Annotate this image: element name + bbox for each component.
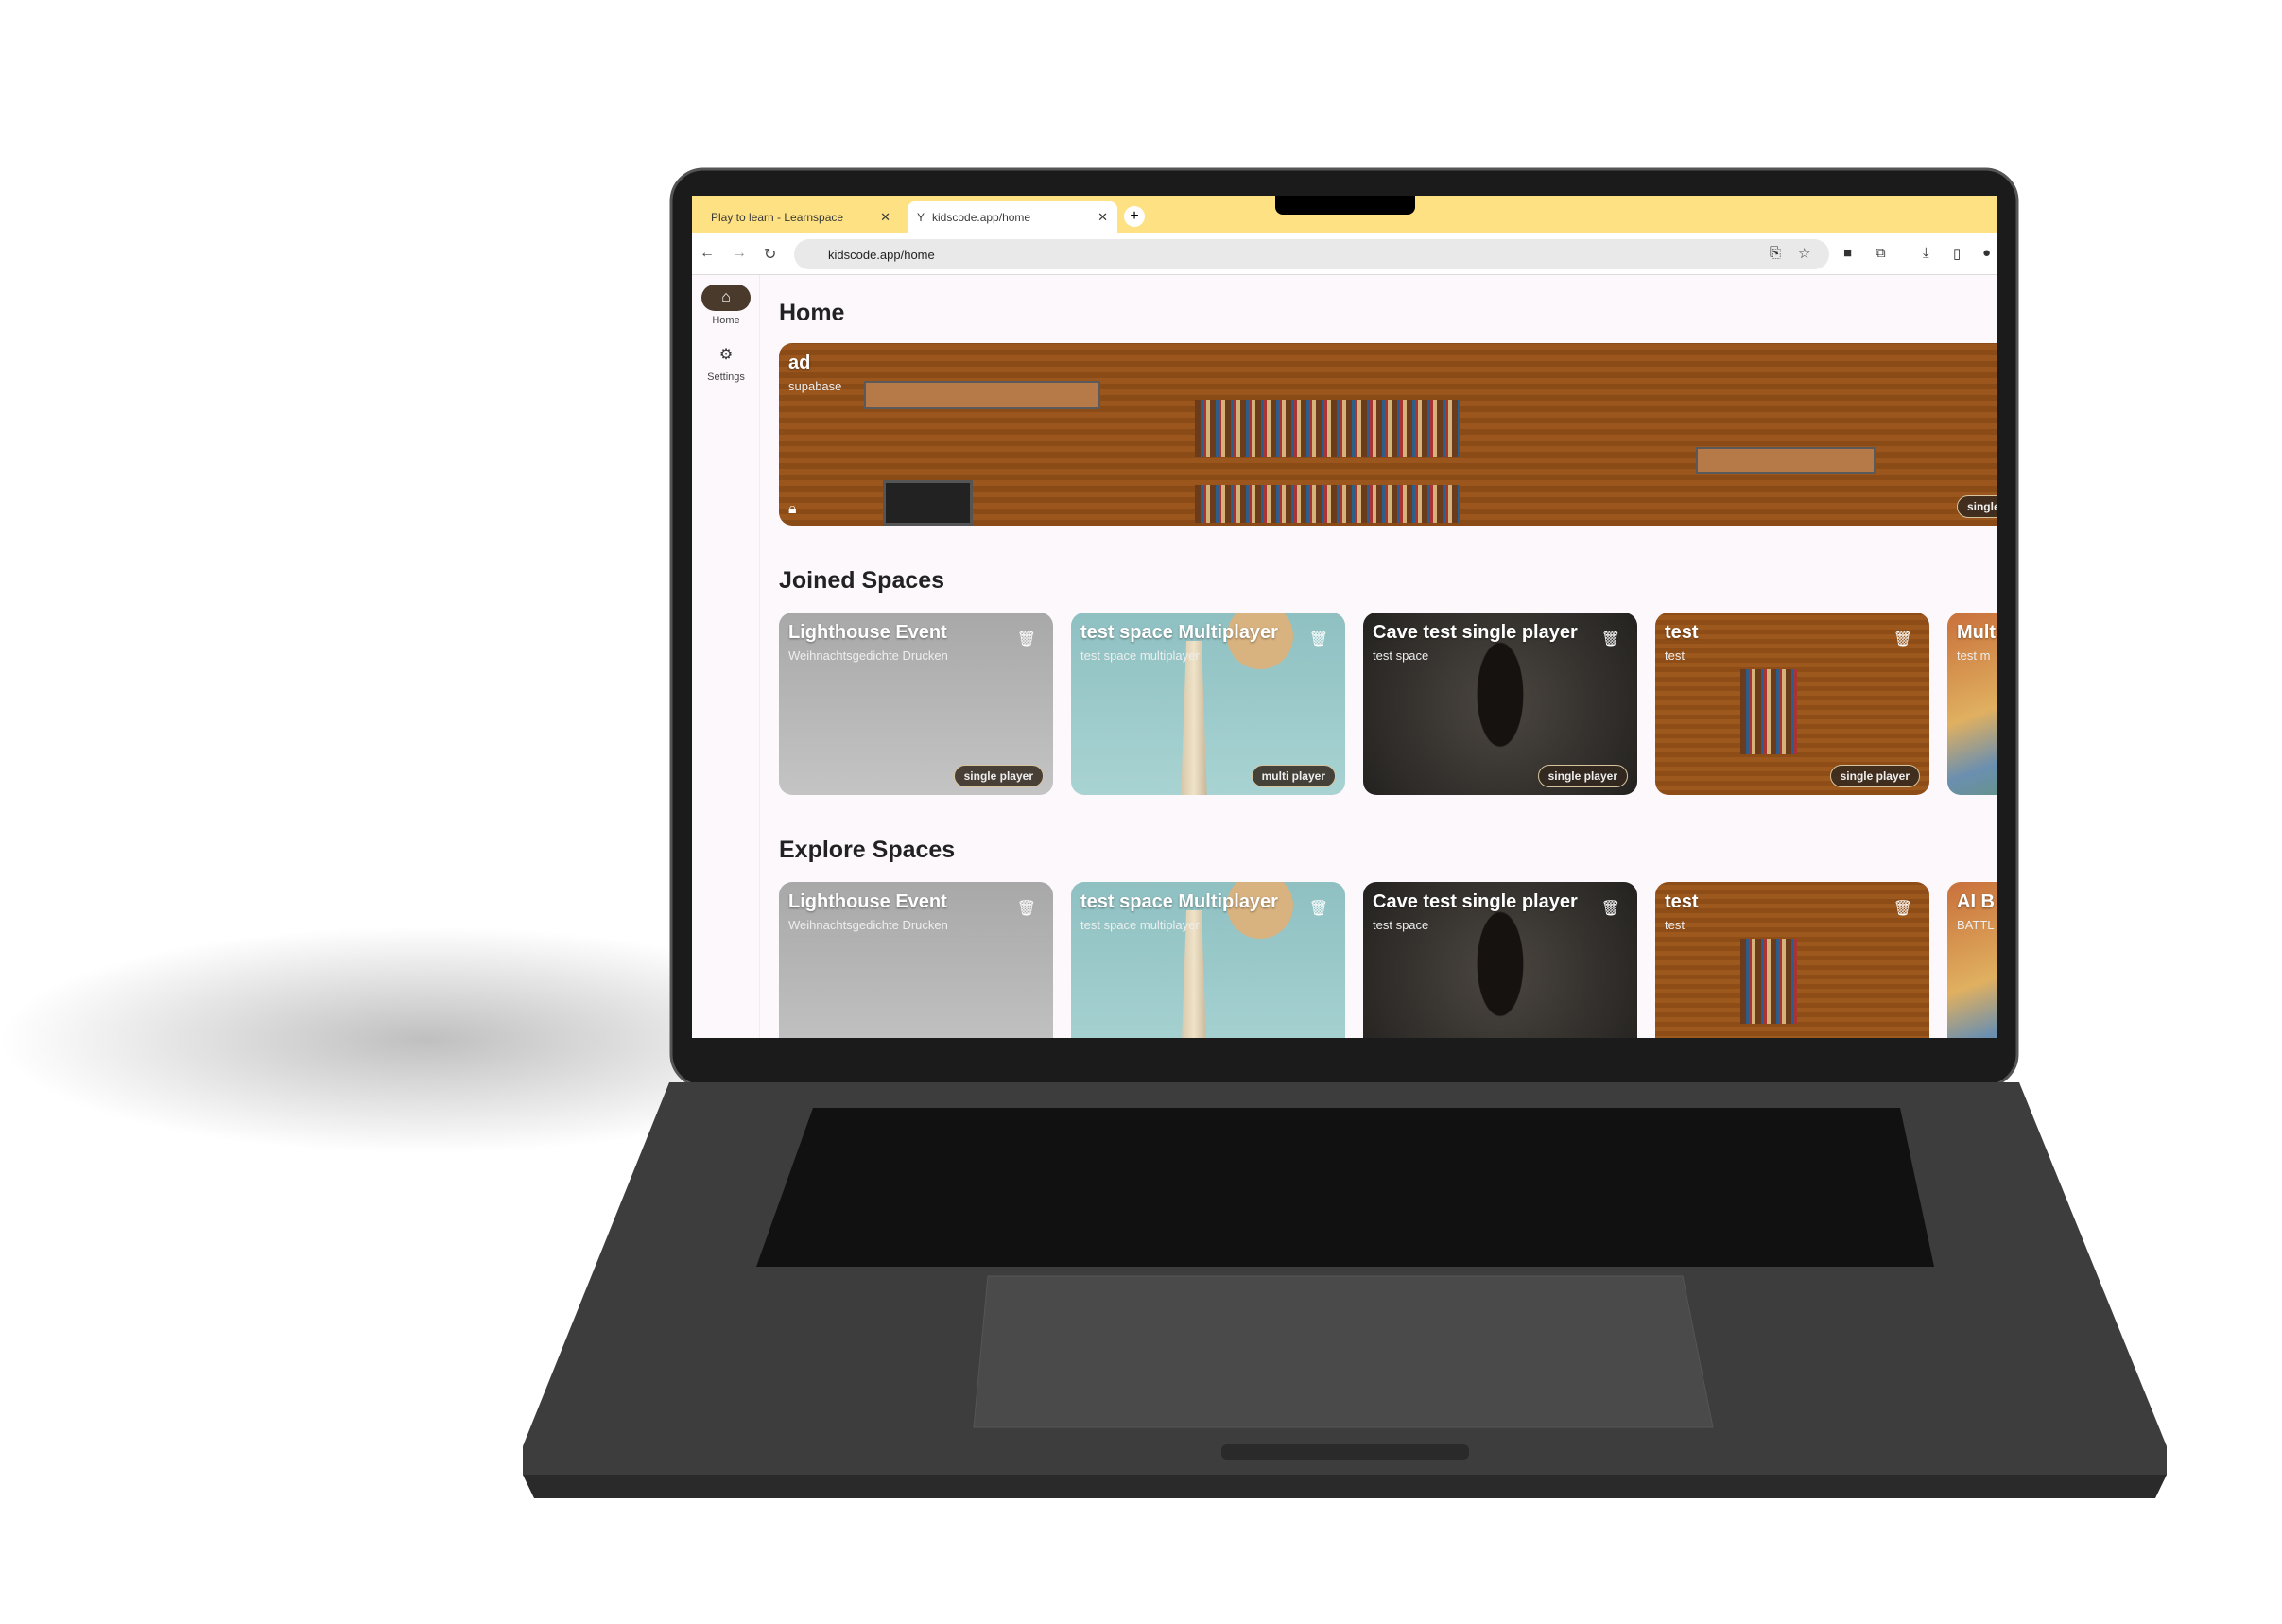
map-bookshelf [1195, 400, 1460, 457]
card-subtitle: Weihnachtsgedichte Drucken [788, 648, 948, 663]
card-title: Cave test single player [1373, 891, 1578, 912]
map-desk [864, 381, 1100, 409]
url-text: kidscode.app/home [828, 247, 935, 262]
extension-icon[interactable]: ■ [1843, 245, 1852, 261]
map-blackboard [883, 480, 973, 526]
tab-title: kidscode.app/home [932, 211, 1031, 224]
install-icon[interactable]: ⎘ [1770, 245, 1781, 261]
camera-notch [1275, 196, 1415, 215]
close-tab-icon[interactable]: ✕ [880, 210, 890, 225]
card-subtitle: test space [1373, 918, 1429, 932]
home-icon: ⌂ [701, 285, 751, 311]
trash-icon[interactable]: 🗑︎ [1893, 899, 1912, 918]
card-subtitle: test m [1957, 648, 1991, 663]
space-card[interactable]: Lighthouse Event Weihnachtsgedichte Druck… [779, 613, 1053, 795]
tab-title: Play to learn - Learnspace [711, 211, 844, 224]
tab-kidscode[interactable]: Ykidscode.app/home ✕ [908, 201, 1117, 233]
sidebar: ⌂ Home ⚙ Settings ✎ [692, 275, 760, 1038]
mode-badge: single player [1537, 765, 1628, 787]
tab-bar: Play to learn - Learnspace ✕ Ykidscode.ap… [692, 196, 1997, 233]
space-card[interactable]: Cave test single player test space 🗑︎ [1363, 882, 1637, 1038]
sidebar-item-label: Settings [707, 371, 745, 383]
mode-badge: single player [953, 765, 1044, 787]
banner-subtitle: supabase [788, 379, 842, 393]
space-card[interactable]: test space Multiplayer test space multipl… [1071, 882, 1345, 1038]
card-title: Lighthouse Event [788, 622, 947, 643]
bookmark-star-icon[interactable]: ☆ [1798, 245, 1810, 262]
back-icon[interactable]: ← [700, 245, 715, 262]
space-card[interactable]: Mult test m [1947, 613, 1997, 795]
trash-icon[interactable]: 🗑︎ [1309, 630, 1328, 648]
sidebar-item-label: Home [712, 315, 740, 326]
sidebar-item-home[interactable]: ⌂ Home [692, 285, 760, 326]
forward-icon[interactable]: → [732, 245, 747, 262]
card-title: test space Multiplayer [1080, 622, 1278, 643]
map-desk [1696, 447, 1876, 474]
card-subtitle: test space [1373, 648, 1429, 663]
favicon-icon: Y [917, 211, 925, 224]
trash-icon[interactable]: 🗑︎ [1601, 630, 1620, 648]
trash-icon[interactable]: 🗑︎ [1017, 630, 1036, 648]
reload-icon[interactable]: ↻ [764, 245, 776, 264]
card-title: test space Multiplayer [1080, 891, 1278, 912]
profile-avatar[interactable]: ● [1982, 245, 1991, 261]
trackpad [973, 1275, 1714, 1428]
card-title: Mult [1957, 622, 1997, 643]
trash-icon[interactable]: 🗑︎ [1601, 899, 1620, 918]
puzzle-icon[interactable]: ⧉ [1876, 245, 1886, 261]
address-bar[interactable]: kidscode.app/home [794, 239, 1829, 269]
map-bookshelf [1195, 485, 1460, 523]
card-subtitle: test space multiplayer [1080, 648, 1200, 663]
gear-icon: ⚙ [718, 347, 734, 363]
card-subtitle: test [1665, 918, 1685, 932]
card-title: Cave test single player [1373, 622, 1578, 643]
mode-badge: single player [1829, 765, 1920, 787]
base-edge [523, 1475, 2167, 1498]
section-title-joined: Joined Spaces [779, 567, 945, 594]
map-bookshelf [1740, 939, 1797, 1024]
section-title-explore: Explore Spaces [779, 837, 956, 863]
tab-learnspace[interactable]: Play to learn - Learnspace ✕ [701, 201, 900, 233]
card-subtitle: test [1665, 648, 1685, 663]
new-tab-button[interactable]: + [1124, 206, 1145, 227]
space-card[interactable]: test test 🗑︎ [1655, 882, 1929, 1038]
sidebar-item-settings[interactable]: ⚙ Settings [692, 341, 760, 383]
mode-badge: single play [1956, 495, 1997, 518]
card-title: test [1665, 891, 1699, 912]
page-title: Home [779, 300, 845, 326]
card-title: test [1665, 622, 1699, 643]
space-card[interactable]: test test 🗑︎ single player [1655, 613, 1929, 795]
keyboard [756, 1108, 1934, 1267]
card-subtitle: BATTL [1957, 918, 1995, 932]
browser-window: Play to learn - Learnspace ✕ Ykidscode.ap… [692, 196, 1997, 1038]
download-icon[interactable]: ⤓ [1923, 245, 1929, 261]
map-bookshelf [1740, 669, 1797, 754]
banner-title: ad [788, 353, 811, 373]
lid-notch [1221, 1444, 1469, 1460]
trash-icon[interactable]: 🗑︎ [1893, 630, 1912, 648]
lock-icon: 🔒︎ [788, 501, 797, 517]
space-card[interactable]: Cave test single player test space 🗑︎ singl… [1363, 613, 1637, 795]
sidepanel-icon[interactable]: ▯ [1953, 245, 1961, 262]
card-title: Lighthouse Event [788, 891, 947, 912]
space-card[interactable]: Lighthouse Event Weihnachtsgedichte Druck… [779, 882, 1053, 1038]
close-tab-icon[interactable]: ✕ [1098, 210, 1108, 225]
mode-badge: multi player [1251, 765, 1336, 787]
card-subtitle: test space multiplayer [1080, 918, 1200, 932]
featured-space-banner[interactable]: ad supabase 🔒︎ single play [779, 343, 1997, 526]
space-card[interactable]: AI B BATTL [1947, 882, 1997, 1038]
card-title: AI B [1957, 891, 1995, 912]
card-subtitle: Weihnachtsgedichte Drucken [788, 918, 948, 932]
trash-icon[interactable]: 🗑︎ [1309, 899, 1328, 918]
toolbar: ← → ↻ kidscode.app/home ⎘ ☆ ■ ⧉ ⤓ ▯ ● [692, 233, 1997, 275]
trash-icon[interactable]: 🗑︎ [1017, 899, 1036, 918]
space-card[interactable]: test space Multiplayer test space multipl… [1071, 613, 1345, 795]
card-image-lighthouse [1181, 641, 1207, 795]
